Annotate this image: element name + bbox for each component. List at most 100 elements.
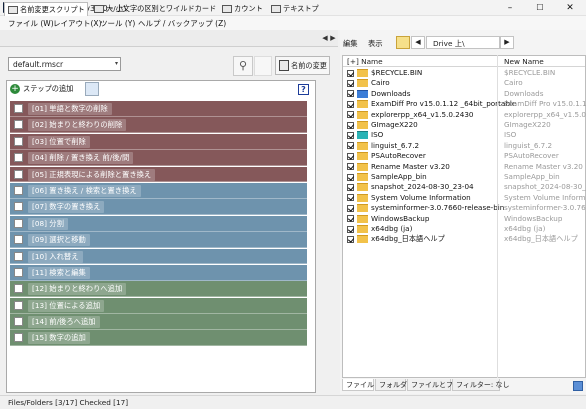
step-row[interactable]: [06] 置き換え / 検索と置き換え — [10, 182, 307, 199]
bottom-tab[interactable]: フォルダー — [375, 379, 414, 391]
file-checkbox[interactable] — [347, 215, 354, 223]
file-checkbox[interactable] — [347, 152, 354, 160]
tab-count[interactable]: カウント — [219, 2, 265, 16]
file-checkbox[interactable] — [347, 121, 354, 129]
file-checkbox[interactable] — [347, 194, 354, 202]
bottom-tab[interactable]: ファイルとフォル… — [407, 379, 474, 391]
step-label: [02] 始まりと終わりの削除 — [28, 119, 127, 132]
file-checkbox[interactable] — [347, 90, 354, 98]
file-row[interactable]: ISO ISO — [343, 130, 586, 140]
file-checkbox[interactable] — [347, 111, 354, 119]
step-row[interactable]: [03] 位置で削除 — [10, 133, 307, 150]
file-new-name: systeminformer-3.0.7660-r — [504, 203, 586, 213]
file-row[interactable]: x64dbg (ja) x64dbg (ja) — [343, 224, 586, 234]
file-row[interactable]: linguist_6.7.2 linguist_6.7.2 — [343, 141, 586, 151]
file-checkbox[interactable] — [347, 204, 354, 212]
file-checkbox[interactable] — [347, 69, 354, 77]
close-button[interactable]: ✕ — [556, 0, 584, 16]
minimize-button[interactable]: – — [496, 0, 524, 16]
tab-text[interactable]: テキストプ — [268, 2, 320, 16]
step-checkbox[interactable] — [14, 202, 23, 212]
menu-tools[interactable]: ツール (Y) — [100, 18, 135, 29]
file-row[interactable]: explorerpp_x64_v1.5.0.2430 explorerpp_x64… — [343, 110, 586, 120]
search-icon[interactable]: ⚲ — [233, 56, 253, 76]
help-button[interactable]: ? — [298, 84, 309, 95]
copy-steps-icon[interactable] — [85, 82, 99, 96]
step-row[interactable]: [02] 始まりと終わりの削除 — [10, 117, 307, 134]
step-row[interactable]: [01] 単語と数字の削除 — [10, 101, 307, 117]
file-checkbox[interactable] — [347, 142, 354, 150]
bottom-tab[interactable]: フィルター: なし — [452, 379, 509, 391]
step-checkbox[interactable] — [14, 185, 23, 195]
file-checkbox[interactable] — [347, 173, 354, 181]
file-row[interactable]: PSAutoRecover PSAutoRecover — [343, 151, 586, 161]
file-checkbox[interactable] — [347, 79, 354, 87]
file-row[interactable]: snapshot_2024-08-30_23-04 snapshot_2024-0… — [343, 182, 586, 192]
step-checkbox[interactable] — [14, 169, 23, 179]
file-checkbox[interactable] — [347, 235, 354, 243]
file-row[interactable]: ExamDiff Pro v15.0.1.12 _64bit_portable E… — [343, 99, 586, 109]
step-checkbox[interactable] — [14, 235, 23, 245]
folder-up-icon[interactable] — [396, 36, 410, 49]
blank-button[interactable] — [254, 56, 272, 76]
file-row[interactable]: System Volume Information System Volume I… — [343, 193, 586, 203]
file-checkbox[interactable] — [347, 100, 354, 108]
step-checkbox[interactable] — [14, 284, 23, 294]
step-row[interactable]: [07] 数字の置き換え — [10, 199, 307, 216]
file-checkbox[interactable] — [347, 163, 354, 171]
rename-button[interactable]: 名前の変更 — [275, 56, 330, 75]
file-row[interactable]: WindowsBackup WindowsBackup — [343, 214, 586, 224]
step-row[interactable]: [11] 検索と編集 — [10, 264, 307, 281]
column-new-name[interactable]: New Name — [504, 57, 544, 66]
file-checkbox[interactable] — [347, 225, 354, 233]
script-combo[interactable]: default.rmscr ▾ — [8, 57, 121, 71]
menu-help-backup[interactable]: ヘルプ / バックアップ (Z) — [138, 18, 226, 29]
file-row[interactable]: SampleApp_bin SampleApp_bin — [343, 172, 586, 182]
step-checkbox[interactable] — [14, 333, 23, 343]
step-checkbox[interactable] — [14, 267, 23, 277]
step-row[interactable]: [13] 位置による追加 — [10, 297, 307, 314]
file-checkbox[interactable] — [347, 131, 354, 139]
tab-case-wildcard[interactable]: 大/小文字の区別とワイルドカード — [91, 2, 216, 16]
step-checkbox[interactable] — [14, 251, 23, 261]
step-checkbox[interactable] — [14, 300, 23, 310]
step-checkbox[interactable] — [14, 317, 23, 327]
file-row[interactable]: Cairo Cairo — [343, 78, 586, 88]
nav-back-icon[interactable]: ◀ — [411, 36, 425, 49]
file-row[interactable]: $RECYCLE.BIN $RECYCLE.BIN — [343, 68, 586, 78]
file-row[interactable]: Rename Master v3.20 Rename Master v3.20 — [343, 162, 586, 172]
step-row[interactable]: [10] 入れ替え — [10, 248, 307, 265]
tab-edit[interactable]: 編集 — [343, 39, 358, 49]
file-checkbox[interactable] — [347, 183, 354, 191]
file-new-name: Rename Master v3.20 — [504, 161, 583, 171]
file-row[interactable]: systeminformer-3.0.7660-release-bin syste… — [343, 203, 586, 213]
bottom-tab[interactable]: ファイル — [342, 379, 374, 391]
menu-file[interactable]: ファイル (W) — [8, 18, 54, 29]
step-row[interactable]: [08] 分割 — [10, 215, 307, 232]
step-checkbox[interactable] — [14, 136, 23, 146]
tab-rename-script[interactable]: 名前変更スクリプト — [4, 2, 88, 16]
step-row[interactable]: [09] 選択と移動 — [10, 232, 307, 249]
panel-toggle-icon[interactable] — [573, 381, 583, 391]
step-checkbox[interactable] — [14, 218, 23, 228]
add-step-button[interactable]: + ステップの追加 — [10, 84, 73, 94]
file-row[interactable]: GImageX220 GImageX220 — [343, 120, 586, 130]
menu-layout[interactable]: レイアウト(X) — [53, 18, 102, 29]
step-checkbox[interactable] — [14, 104, 23, 113]
step-checkbox[interactable] — [14, 120, 23, 130]
tab-scroll-right-icon[interactable]: ▶ — [329, 32, 337, 44]
step-row[interactable]: [04] 削除 / 置き換え 前/後/間 — [10, 150, 307, 167]
file-row[interactable]: x64dbg_日本語ヘルプ x64dbg_日本語ヘルプ — [343, 234, 586, 244]
path-bar[interactable]: Drive 上\ — [426, 36, 500, 49]
tab-view[interactable]: 表示 — [368, 39, 383, 49]
maximize-button[interactable]: ☐ — [526, 0, 554, 16]
step-row[interactable]: [05] 正規表現による削除と置き換え — [10, 166, 307, 183]
tab-scroll-left-icon[interactable]: ◀ — [321, 32, 329, 44]
file-row[interactable]: Downloads Downloads — [343, 89, 586, 99]
nav-forward-icon[interactable]: ▶ — [500, 36, 514, 49]
step-checkbox[interactable] — [14, 153, 23, 163]
step-row[interactable]: [15] 数字の追加 — [10, 330, 307, 347]
step-row[interactable]: [12] 始まりと終わりへ追加 — [10, 281, 307, 298]
step-row[interactable]: [14] 前/後ろへ追加 — [10, 314, 307, 330]
column-name[interactable]: [+] Name — [347, 57, 383, 66]
